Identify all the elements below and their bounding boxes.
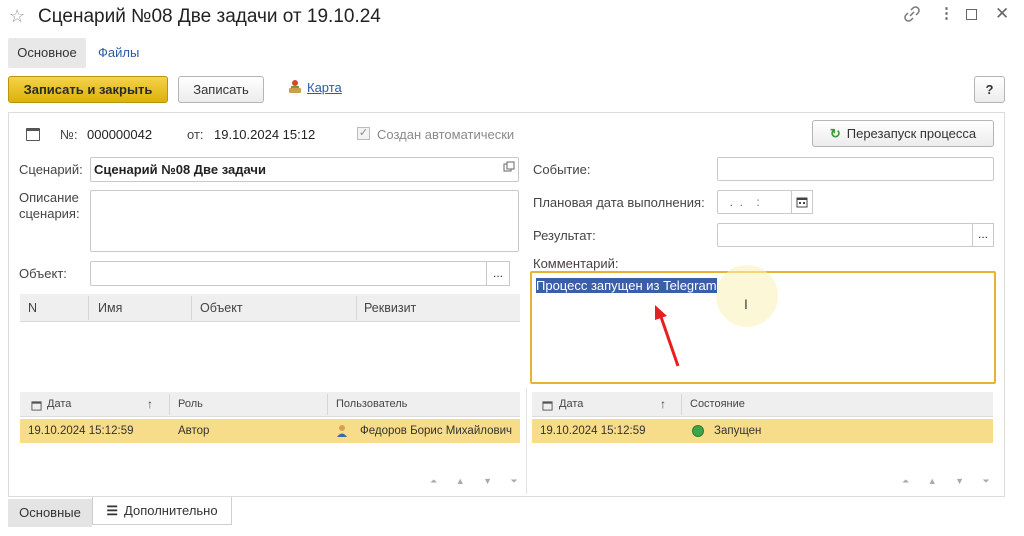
star-icon[interactable]: ☆ bbox=[9, 6, 25, 27]
attr-col-name[interactable]: Имя bbox=[98, 301, 122, 315]
open-icon[interactable] bbox=[503, 161, 515, 173]
history-nav-arrows[interactable]: ⏶ ▲ ▼ ⏷ bbox=[430, 476, 526, 487]
object-label: Объект: bbox=[19, 266, 67, 281]
status-running-icon bbox=[692, 425, 704, 437]
description-textarea[interactable] bbox=[90, 190, 519, 252]
calendar-icon bbox=[31, 399, 42, 414]
state-table-header bbox=[532, 392, 993, 417]
col-divider bbox=[681, 394, 682, 415]
document-icon bbox=[26, 128, 40, 141]
number-value: 000000042 bbox=[87, 127, 153, 142]
maximize-icon[interactable] bbox=[966, 9, 977, 20]
calendar-icon bbox=[542, 399, 553, 414]
state-nav-arrows[interactable]: ⏶ ▲ ▼ ⏷ bbox=[902, 476, 998, 487]
description-label-line1: Описание bbox=[19, 190, 79, 205]
auto-created-label: Создан автоматически bbox=[377, 127, 515, 142]
comment-selected-text: Процесс запущен из Telegram bbox=[536, 278, 717, 293]
description-label-line2: сценария: bbox=[19, 206, 80, 221]
comment-label: Комментарий: bbox=[533, 256, 619, 271]
attr-table-header bbox=[20, 294, 520, 322]
state-row-date: 19.10.2024 15:12:59 bbox=[540, 425, 646, 437]
auto-created-checkbox[interactable]: ✓ bbox=[357, 127, 370, 140]
tab-basic[interactable]: Основные bbox=[8, 499, 92, 527]
window-title: Сценарий №08 Две задачи от 19.10.24 bbox=[38, 6, 381, 27]
scenario-value: Сценарий №08 Две задачи bbox=[94, 162, 266, 177]
save-button[interactable]: Записать bbox=[178, 76, 264, 103]
user-icon bbox=[336, 424, 348, 441]
tab-additional[interactable]: ☰ Дополнительно bbox=[92, 497, 232, 525]
save-close-button[interactable]: Записать и закрыть bbox=[8, 76, 168, 103]
planned-date-label: Плановая дата выполнения: bbox=[533, 195, 705, 210]
sort-asc-icon[interactable]: ↑ bbox=[147, 397, 153, 411]
result-label: Результат: bbox=[533, 228, 596, 243]
close-icon[interactable]: ✕ bbox=[995, 4, 1009, 24]
object-select-button[interactable]: ... bbox=[486, 261, 510, 286]
state-col-state[interactable]: Состояние bbox=[690, 398, 745, 410]
date-label: от: bbox=[187, 127, 204, 142]
col-divider bbox=[88, 296, 89, 320]
result-field[interactable] bbox=[717, 223, 973, 247]
annotation-arrow-icon bbox=[650, 300, 690, 370]
attr-col-object[interactable]: Объект bbox=[200, 301, 243, 315]
state-col-date[interactable]: Дата bbox=[559, 398, 583, 410]
object-field[interactable] bbox=[90, 261, 487, 286]
more-icon[interactable]: ⋮ bbox=[939, 4, 954, 22]
event-field[interactable] bbox=[717, 157, 994, 181]
refresh-icon: ↻ bbox=[829, 126, 841, 141]
col-divider bbox=[356, 296, 357, 320]
restart-button[interactable]: ↻ Перезапуск процесса bbox=[812, 120, 994, 147]
number-label: №: bbox=[60, 127, 78, 142]
map-icon[interactable] bbox=[287, 78, 303, 99]
menu-icon: ☰ bbox=[106, 503, 119, 518]
scenario-label: Сценарий: bbox=[19, 162, 83, 177]
help-button[interactable]: ? bbox=[974, 76, 1005, 103]
tab-additional-label: Дополнительно bbox=[124, 503, 218, 518]
result-select-button[interactable]: ... bbox=[972, 223, 994, 247]
date-value: 19.10.2024 15:12 bbox=[214, 127, 316, 142]
sort-asc-icon[interactable]: ↑ bbox=[660, 397, 666, 411]
history-row-user: Федоров Борис Михайлович bbox=[360, 425, 512, 437]
tab-main[interactable]: Основное bbox=[8, 38, 86, 68]
history-row-role: Автор bbox=[178, 425, 210, 437]
map-link[interactable]: Карта bbox=[307, 80, 342, 95]
history-col-user[interactable]: Пользователь bbox=[336, 398, 407, 410]
planned-date-value: . . : bbox=[723, 195, 767, 209]
history-col-date[interactable]: Дата bbox=[47, 398, 71, 410]
comment-text: Процесс запущен из Telegram bbox=[536, 278, 717, 293]
col-divider bbox=[169, 394, 170, 415]
history-table-header bbox=[20, 392, 520, 417]
attr-col-n[interactable]: N bbox=[28, 301, 37, 315]
history-col-role[interactable]: Роль bbox=[178, 398, 203, 410]
attr-col-attribute[interactable]: Реквизит bbox=[364, 301, 416, 315]
calendar-button[interactable] bbox=[791, 190, 813, 214]
event-label: Событие: bbox=[533, 162, 591, 177]
col-divider bbox=[191, 296, 192, 320]
restart-label: Перезапуск процесса bbox=[846, 126, 977, 141]
col-divider bbox=[327, 394, 328, 415]
splitter bbox=[526, 388, 527, 494]
history-row-date: 19.10.2024 15:12:59 bbox=[28, 425, 134, 437]
tab-files[interactable]: Файлы bbox=[98, 38, 139, 68]
text-cursor-icon: Ι bbox=[744, 296, 748, 312]
state-row-state: Запущен bbox=[714, 425, 762, 437]
link-icon[interactable] bbox=[904, 6, 920, 26]
